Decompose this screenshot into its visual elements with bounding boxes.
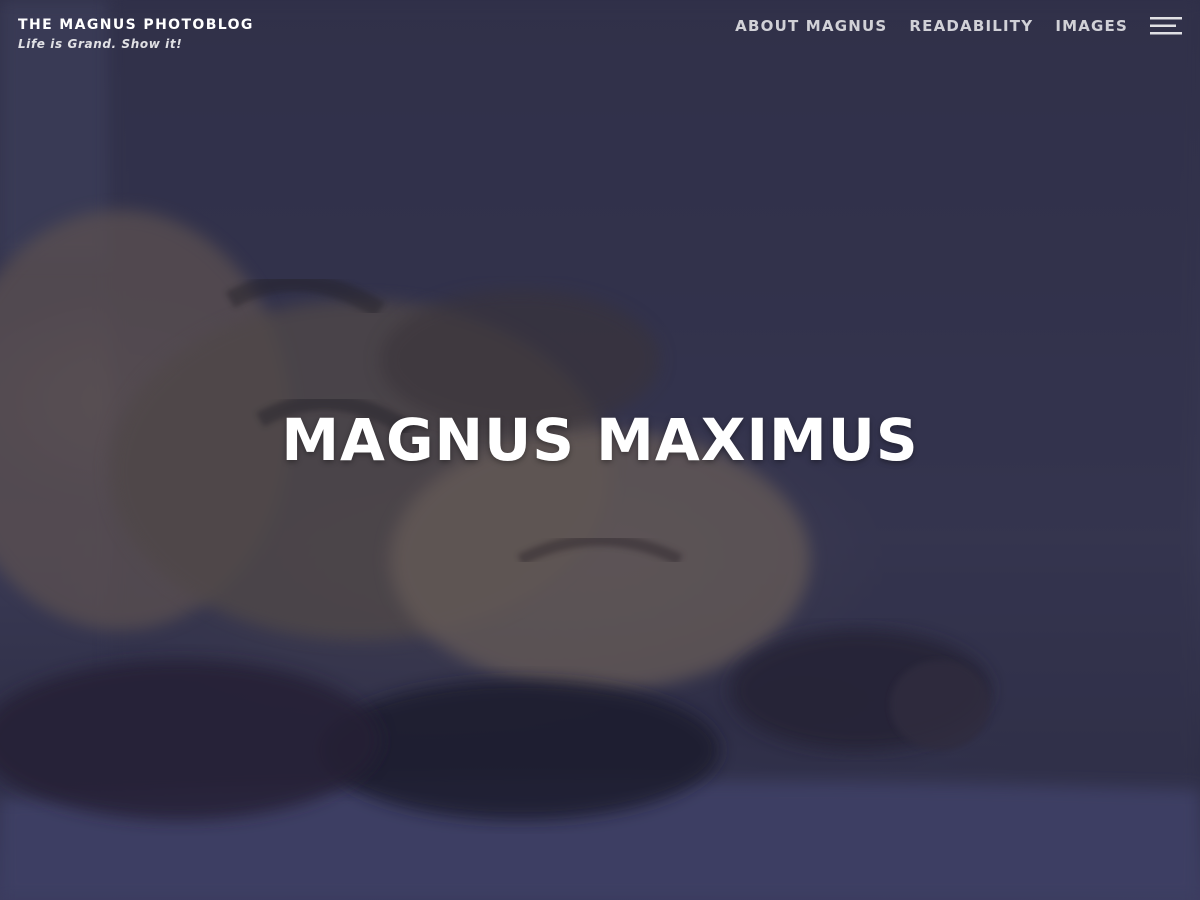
nav-item-about-magnus[interactable]: ABOUT MAGNUS	[735, 14, 887, 38]
main-navigation: ABOUT MAGNUS READABILITY IMAGES	[713, 14, 1182, 38]
site-branding: THE MAGNUS PHOTOBLOG Life is Grand. Show…	[18, 16, 254, 52]
hero-title-container: MAGNUS MAXIMUS	[0, 405, 1200, 475]
site-title[interactable]: THE MAGNUS PHOTOBLOG	[18, 16, 254, 34]
hero-title: MAGNUS MAXIMUS	[281, 406, 919, 474]
site-tagline: Life is Grand. Show it!	[18, 37, 183, 51]
nav-item-images[interactable]: IMAGES	[1055, 14, 1128, 38]
hero-section: THE MAGNUS PHOTOBLOG Life is Grand. Show…	[0, 0, 1200, 900]
hamburger-menu-icon	[1150, 17, 1182, 35]
menu-toggle-button[interactable]	[1150, 14, 1182, 38]
nav-item-readability[interactable]: READABILITY	[909, 14, 1033, 38]
